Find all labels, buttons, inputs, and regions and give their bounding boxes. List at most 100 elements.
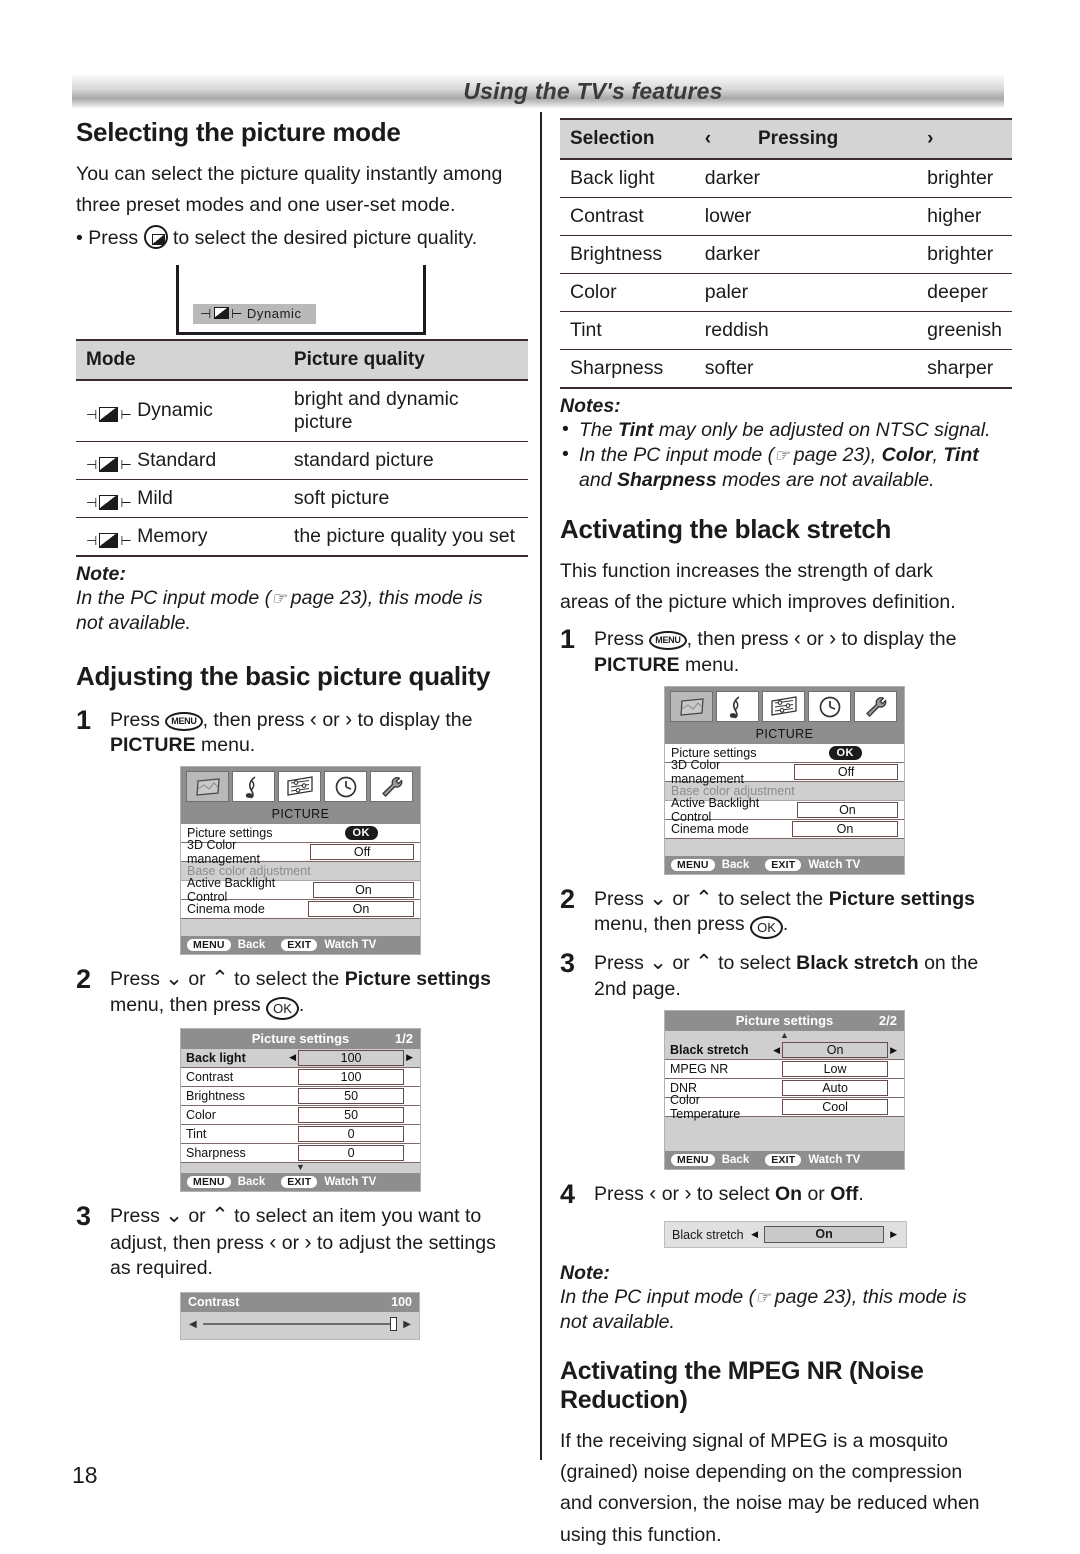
exit-key-label: Watch TV xyxy=(808,1154,861,1167)
ps-row-black-stretch[interactable]: Black stretch ◀ On ▶ xyxy=(665,1041,904,1061)
step-text-b: , then press xyxy=(686,628,789,651)
row-value: 0 xyxy=(298,1125,405,1142)
table-row: ⊣ ⊢ Memory the picture quality you set xyxy=(76,517,528,557)
ps-row-tint[interactable]: Tint ◀ 0 ▶ xyxy=(181,1124,420,1144)
row-value: On xyxy=(792,821,898,838)
tab-timer[interactable] xyxy=(324,771,367,803)
page-indicator: 1/2 xyxy=(394,1030,413,1046)
step-line2-b: or xyxy=(281,1232,300,1255)
decrease-arrow-icon[interactable]: ◀ xyxy=(189,1319,197,1330)
decrease-arrow-icon[interactable]: ◀ xyxy=(287,1052,298,1063)
left-chevron-icon: ‹ xyxy=(793,627,801,651)
cell-selection: Brightness xyxy=(560,235,695,274)
step-bold-target: Picture settings xyxy=(828,888,975,911)
exit-key-pill[interactable]: EXIT xyxy=(765,859,802,872)
tab-settings[interactable] xyxy=(278,771,321,803)
column-header-left-arrow: ‹ xyxy=(694,118,748,160)
osd-row-active-backlight-control[interactable]: Active Backlight Control On xyxy=(181,876,420,904)
ok-badge: OK xyxy=(828,746,862,761)
osd-row-3d-color-management[interactable]: 3D Color management Off xyxy=(181,838,420,866)
tab-picture[interactable] xyxy=(186,771,229,803)
column-header-picture-quality: Picture quality xyxy=(283,338,528,381)
note-title: Note: xyxy=(76,562,126,585)
note-text-d: and xyxy=(579,468,617,491)
step-4: 4 Press ‹ or › to select On or Off. xyxy=(560,1179,1012,1209)
increase-arrow-icon[interactable]: ▶ xyxy=(403,1319,411,1330)
intro-line-1: You can select the picture quality insta… xyxy=(76,162,503,185)
music-note-icon xyxy=(729,695,739,718)
cell-quality: soft picture xyxy=(283,479,528,518)
tab-picture[interactable] xyxy=(670,691,713,723)
scroll-down-caret-icon[interactable]: ▼ xyxy=(181,1162,420,1173)
menu-key-label: Back xyxy=(721,1154,750,1167)
step-bold-off: Off xyxy=(830,1183,859,1206)
exit-key-pill[interactable]: EXIT xyxy=(281,939,318,952)
row-value: 100 xyxy=(298,1068,405,1085)
tab-settings[interactable] xyxy=(762,691,805,723)
slider-line xyxy=(202,1317,398,1332)
ok-key-icon: OK xyxy=(266,996,299,1020)
ps-row-color-temperature[interactable]: Color Temperature ◀ Cool ▶ xyxy=(665,1093,904,1121)
step-text-c: to select the xyxy=(234,968,340,991)
step-line2-c: to adjust the settings xyxy=(316,1232,496,1255)
row-value: Low xyxy=(782,1061,889,1078)
right-column: Selection ‹ Pressing › Back light darker… xyxy=(560,118,1012,1554)
menu-key-pill[interactable]: MENU xyxy=(671,859,715,872)
osd-row-3d-color-management[interactable]: 3D Color management Off xyxy=(665,758,904,786)
step-text-a: Press xyxy=(594,952,644,975)
step-number: 3 xyxy=(560,948,576,979)
tab-setup[interactable] xyxy=(370,771,413,803)
menu-key-pill[interactable]: MENU xyxy=(187,1175,231,1188)
step-text-a: Press xyxy=(110,708,160,731)
ps-row-contrast[interactable]: Contrast ◀ 100 ▶ xyxy=(181,1067,420,1087)
row-value: Auto xyxy=(782,1080,889,1097)
ps-row-brightness[interactable]: Brightness ◀ 50 ▶ xyxy=(181,1086,420,1106)
tab-sound[interactable] xyxy=(716,691,759,723)
row-value: On xyxy=(312,882,414,899)
exit-key-pill[interactable]: EXIT xyxy=(765,1154,802,1167)
tab-sound[interactable] xyxy=(232,771,275,803)
note-body: In the PC input mode (☞ page 23), this m… xyxy=(560,1285,1012,1335)
menu-key-pill[interactable]: MENU xyxy=(187,939,231,952)
up-chevron-icon: ⌃ xyxy=(695,887,713,911)
decrease-arrow-icon[interactable]: ◀ xyxy=(749,1229,760,1240)
picture-mode-table: Mode Picture quality ⊣ ⊢ Dynamic bright a… xyxy=(76,338,528,557)
exit-key-pill[interactable]: EXIT xyxy=(281,1175,318,1188)
row-label: Color Temperature xyxy=(670,1093,741,1122)
increase-arrow-icon[interactable]: ▶ xyxy=(404,1052,415,1063)
menu-key-pill[interactable]: MENU xyxy=(671,1154,715,1167)
slider-knob[interactable] xyxy=(390,1317,398,1332)
ps-row-mpeg-nr[interactable]: MPEG NR ◀ Low ▶ xyxy=(665,1060,904,1080)
picture-mode-icon: ⊣ ⊢ xyxy=(86,407,132,423)
step-3: 3 Press ⌄ or ⌃ to select an item you wan… xyxy=(76,1201,528,1282)
ps-row-color[interactable]: Color ◀ 50 ▶ xyxy=(181,1105,420,1125)
slider-track[interactable]: ◀ ▶ xyxy=(181,1312,419,1339)
step-text-d: to display the xyxy=(841,628,957,651)
step-number: 2 xyxy=(560,884,576,915)
down-chevron-icon: ⌄ xyxy=(165,967,183,991)
step-text-b: , then press xyxy=(202,708,305,731)
osd-spacer xyxy=(665,1117,904,1152)
down-chevron-icon: ⌄ xyxy=(165,1203,183,1227)
cell-right-effect: greenish xyxy=(917,311,1012,350)
ps-row-back-light[interactable]: Back light ◀ 100 ▶ xyxy=(181,1048,420,1068)
cell-left-effect: lower xyxy=(694,197,918,236)
row-label: MPEG NR xyxy=(670,1062,729,1077)
clock-icon xyxy=(819,696,840,717)
mpeg-line-2: (grained) noise depending on the compres… xyxy=(560,1461,963,1484)
ps-row-sharpness[interactable]: Sharpness ◀ 0 ▶ xyxy=(181,1143,420,1163)
osd-row-active-backlight-control[interactable]: Active Backlight Control On xyxy=(665,796,904,824)
tab-setup[interactable] xyxy=(854,691,897,723)
scroll-up-caret-icon[interactable]: ▲ xyxy=(665,1031,904,1042)
increase-arrow-icon[interactable]: ▶ xyxy=(888,1229,899,1240)
tab-timer[interactable] xyxy=(808,691,851,723)
increase-arrow-icon[interactable]: ▶ xyxy=(888,1045,899,1056)
cell-selection: Contrast xyxy=(560,197,695,236)
step-text-a: Press xyxy=(594,888,644,911)
row-value: On xyxy=(796,802,898,819)
step-text: Press ⌄ or ⌃ to select an item you want … xyxy=(110,1202,496,1282)
osd-header: Picture settings 2/2 xyxy=(665,1011,904,1032)
column-header-pressing: Pressing xyxy=(748,118,918,160)
decrease-arrow-icon[interactable]: ◀ xyxy=(771,1045,782,1056)
black-stretch-osd: Black stretch ◀ On ▶ xyxy=(664,1221,907,1249)
